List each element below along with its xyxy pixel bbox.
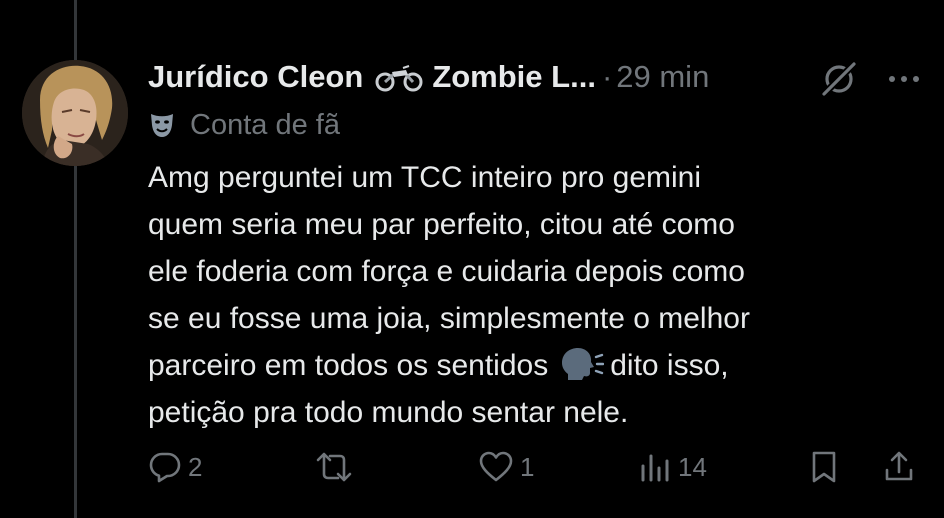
bookmark-icon: [812, 451, 836, 483]
motorcycle-emoji: [375, 62, 423, 92]
timestamp[interactable]: 29 min: [616, 59, 709, 95]
more-icon[interactable]: [884, 64, 924, 94]
like-count: 1: [520, 451, 535, 482]
analytics-icon: [641, 454, 669, 482]
theater-masks-icon: [148, 111, 176, 139]
author-name-suffix[interactable]: Zombie L...: [432, 59, 596, 95]
avatar[interactable]: [22, 60, 128, 166]
tweet-text: Amg perguntei um TCC inteiro pro gemini …: [148, 154, 928, 436]
tweet-text-line: ele foderia com força e cuidaria depois …: [148, 255, 745, 288]
views-button[interactable]: 14: [638, 446, 707, 488]
tweet-header: Jurídico Cleon Zombie L... · 29 min: [148, 54, 928, 100]
tweet-text-line: petição pra todo mundo sentar nele.: [148, 396, 629, 429]
like-button[interactable]: 1: [478, 446, 534, 488]
tweet-text-line: se eu fosse uma joia, simplesmente o mel…: [148, 302, 750, 335]
reply-button[interactable]: 2: [148, 446, 202, 488]
header-separator: ·: [601, 59, 613, 94]
badge-label: Conta de fã: [190, 108, 340, 141]
tweet-text-segment: dito isso,: [610, 349, 729, 382]
tweet-text-segment: parceiro em todos os sentidos: [148, 349, 549, 382]
views-count: 14: [678, 451, 707, 482]
reply-icon: [149, 452, 181, 483]
author-name[interactable]: Jurídico Cleon: [148, 59, 363, 95]
tweet-text-line: parceiro em todos os sentidos dito isso,: [148, 342, 928, 389]
tweet-text-line: Amg perguntei um TCC inteiro pro gemini: [148, 161, 702, 194]
share-icon: [885, 451, 913, 481]
tweet-text-line: quem seria meu par perfeito, citou até c…: [148, 208, 735, 241]
share-button[interactable]: [882, 446, 916, 488]
grok-icon[interactable]: [818, 58, 860, 100]
reply-count: 2: [188, 451, 203, 482]
retweet-icon: [316, 452, 352, 482]
tweet-actions: 2 1 14: [148, 446, 928, 492]
speaking-head-emoji: [558, 347, 605, 381]
bookmark-button[interactable]: [808, 446, 840, 488]
retweet-button[interactable]: [314, 446, 360, 488]
heart-icon: [479, 451, 513, 482]
fan-account-badge: Conta de fã: [148, 102, 928, 148]
